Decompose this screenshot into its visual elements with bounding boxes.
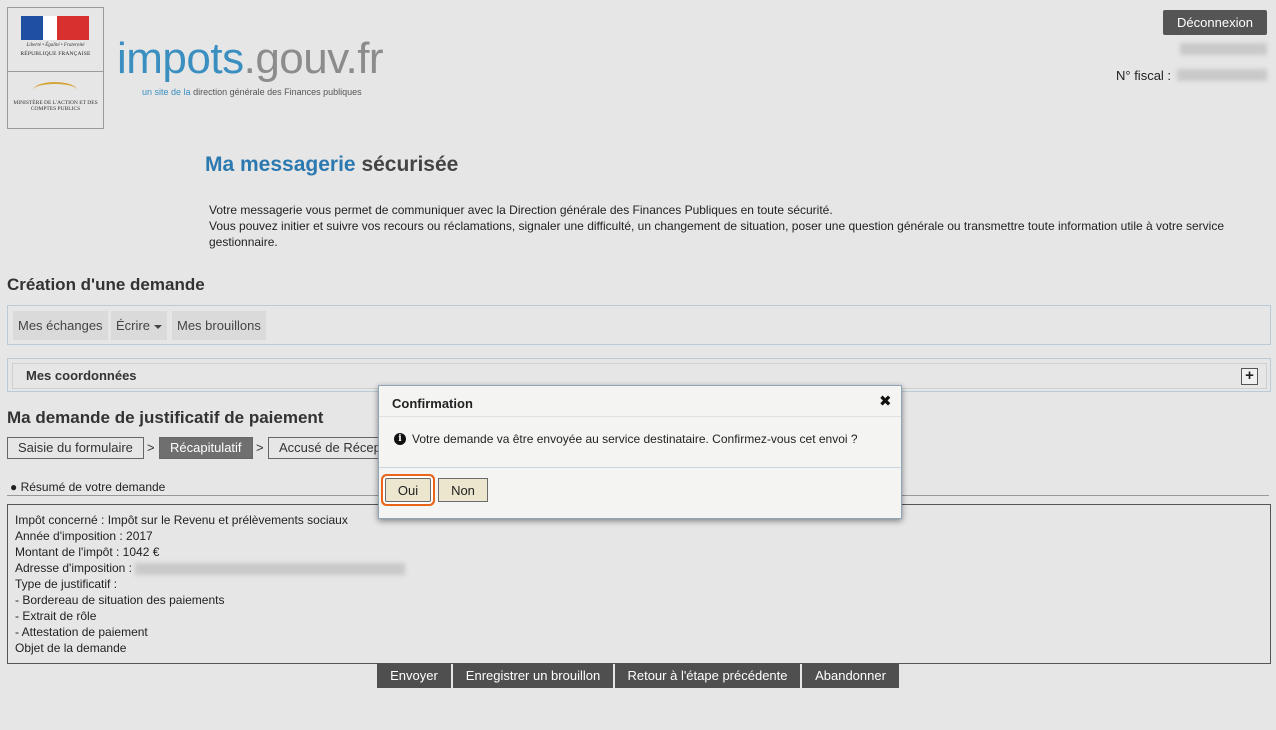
resume-line: Impôt concerné : Impôt sur le Revenu et … [15,513,348,527]
ministere-text: MINISTÈRE DE L'ACTION ET DES COMPTES PUB… [13,100,98,112]
send-button[interactable]: Envoyer [377,663,451,688]
brand-logo[interactable]: impots.gouv.fr un site de la direction g… [117,34,384,97]
resume-line: Année d'imposition : 2017 [15,529,153,543]
creation-heading: Création d'une demande [7,275,205,294]
resume-line: - Bordereau de situation des paiements [15,593,225,607]
intro-text: Votre messagerie vous permet de communiq… [209,202,1249,250]
republique-logo: Liberté • Égalité • Fraternité RÉPUBLIQU… [8,8,103,72]
motto-text: Liberté • Égalité • Fraternité [26,43,85,48]
oui-button[interactable]: Oui [385,478,431,502]
intro-line-1: Votre messagerie vous permet de communiq… [209,203,833,217]
nav-mes-echanges[interactable]: Mes échanges [13,311,108,340]
user-name-redacted [1180,43,1267,55]
non-button[interactable]: Non [438,478,488,502]
step-saisie[interactable]: Saisie du formulaire [7,437,144,459]
step-recapitulatif[interactable]: Récapitulatif [159,437,253,459]
coordonnees-title: Mes coordonnées [26,368,137,383]
resume-box: Impôt concerné : Impôt sur le Revenu et … [7,504,1271,664]
confirmation-dialog: Confirmation ✖ i Votre demande va être e… [378,385,902,519]
nav-ecrire[interactable]: Écrire [111,311,167,340]
previous-step-button[interactable]: Retour à l'étape précédente [615,663,800,688]
resume-line: Adresse d'imposition : [15,561,406,575]
page-title: Ma messagerie sécurisée [205,153,459,176]
ministere-logo: MINISTÈRE DE L'ACTION ET DES COMPTES PUB… [8,72,103,128]
resume-line: - Extrait de rôle [15,609,97,623]
resume-line: - Attestation de paiement [15,625,148,639]
messaging-nav: Mes échanges Écrire Mes brouillons [7,305,1271,345]
action-bar: Envoyer Enregistrer un brouillon Retour … [0,663,1276,688]
expand-icon[interactable]: + [1241,368,1258,385]
resume-line: Type de justificatif : [15,577,118,591]
logout-button[interactable]: Déconnexion [1163,10,1267,35]
address-redacted [135,562,406,575]
dialog-title: Confirmation [392,396,473,411]
brand-name-a: impots [117,34,244,83]
info-icon: i [394,433,406,445]
intro-line-2: Vous pouvez initier et suivre vos recour… [209,219,1225,249]
close-icon[interactable]: ✖ [879,392,892,410]
ministere-emblem-icon [33,82,77,98]
bullet-icon: ● [10,480,18,494]
resume-label: ● Résumé de votre demande [10,480,166,494]
resume-line: Montant de l'impôt : 1042 € [15,545,160,559]
save-draft-button[interactable]: Enregistrer un brouillon [453,663,613,688]
nav-mes-brouillons[interactable]: Mes brouillons [172,311,266,340]
fiscal-label: N° fiscal : [1116,68,1172,83]
chevron-down-icon [153,324,162,329]
brand-subtitle: un site de la direction générale des Fin… [142,87,362,97]
abandon-button[interactable]: Abandonner [802,663,899,688]
brand-name-b: .gouv.fr [243,34,384,83]
dialog-message: Votre demande va être envoyée au service… [412,432,858,446]
marianne-logo: Liberté • Égalité • Fraternité RÉPUBLIQU… [7,7,104,129]
resume-line: Objet de la demande [15,641,127,655]
demande-heading: Ma demande de justificatif de paiement [7,408,324,427]
fiscal-number-redacted [1177,69,1267,81]
republique-text: RÉPUBLIQUE FRANÇAISE [20,51,91,57]
flag-icon [21,16,89,40]
